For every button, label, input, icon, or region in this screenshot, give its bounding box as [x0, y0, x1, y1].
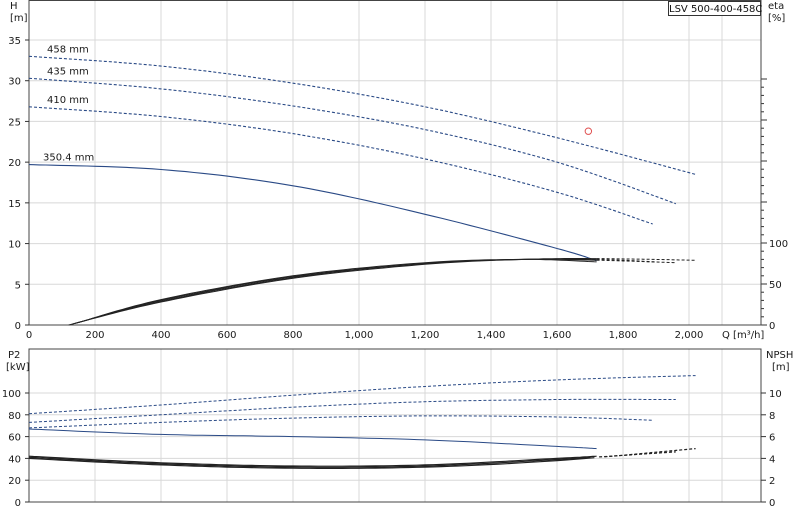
bottom-right-tick-label: 10 [769, 389, 782, 400]
bottom-left-tick-label: 100 [2, 389, 21, 400]
head-curve-dashed [28, 55, 696, 175]
efficiency-curve-dashed [596, 258, 696, 261]
x-tick-label: 600 [217, 330, 236, 341]
power-curve-dashed [28, 415, 653, 429]
x-tick-label: 1,800 [609, 330, 638, 341]
x-tick-label: 1,400 [477, 330, 506, 341]
head-curve-dashed [28, 77, 676, 205]
pump-curve-chart: H [m] eta [%] Q [m³/h] P2 [kW] NPSH [m] … [2, 0, 793, 509]
operating-point-marker [584, 127, 593, 135]
top-left-tick-label: 35 [8, 36, 21, 47]
bottom-right-tick-label: 4 [769, 454, 775, 465]
power-curve-dashed [28, 375, 696, 415]
bottom-left-tick-label: 80 [8, 411, 21, 422]
top-left-tick-label: 15 [8, 199, 21, 210]
bottom-right-tick-label: 8 [769, 411, 775, 422]
top-right-axis-label-1: eta [768, 1, 784, 12]
top-left-tick-label: 30 [8, 77, 21, 88]
bottom-left-axis-label-1: P2 [8, 350, 20, 361]
x-tick-label: 800 [283, 330, 302, 341]
bottom-right-tick-label: 2 [769, 476, 775, 487]
head-curve-label: 350.4 mm [43, 153, 94, 164]
top-left-tick-label: 0 [15, 321, 21, 332]
efficiency-curve-solid [75, 258, 597, 324]
bottom-left-tick-label: 60 [8, 433, 21, 444]
power-curve-dashed [28, 398, 676, 423]
top-right-tick-label: 0 [769, 321, 775, 332]
top-left-tick-label: 10 [8, 240, 21, 251]
top-left-tick-label: 5 [15, 280, 21, 291]
head-curve-dashed [28, 106, 653, 225]
x-tick-label: 1,600 [543, 330, 572, 341]
top-right-tick-label: 100 [769, 239, 788, 250]
x-tick-label: 2,000 [675, 330, 704, 341]
bottom-right-tick-label: 0 [769, 498, 775, 509]
x-axis-label: Q [m³/h] [722, 330, 764, 341]
bottom-plot-frame [28, 348, 762, 503]
plot-frames [25, 0, 767, 503]
npsh-curve-dashed [604, 448, 696, 458]
head-curve-solid [28, 164, 597, 262]
head-curve-label: 410 mm [47, 95, 89, 106]
efficiency-curve-solid [68, 258, 597, 326]
x-tick-label: 1,000 [345, 330, 374, 341]
top-left-tick-label: 20 [8, 158, 21, 169]
top-right-tick-label: 50 [769, 280, 782, 291]
efficiency-curve-solid [78, 258, 597, 323]
bottom-right-axis-label-2: [m] [772, 362, 790, 373]
grid [28, 1, 761, 502]
efficiency-curve-solid [71, 258, 597, 325]
bottom-left-axis-label-2: [kW] [6, 362, 30, 373]
top-right-axis-label-2: [%] [768, 13, 785, 24]
top-left-axis-label-1: H [10, 1, 18, 12]
curves [28, 55, 696, 469]
x-tick-label: 200 [85, 330, 104, 341]
efficiency-curve-dashed [596, 259, 676, 264]
top-left-tick-label: 25 [8, 117, 21, 128]
top-left-axis-label-2: [m] [10, 13, 28, 24]
bottom-left-tick-label: 20 [8, 476, 21, 487]
x-tick-label: 400 [151, 330, 170, 341]
power-curve-solid [28, 428, 597, 450]
efficiency-curve-dashed [596, 258, 657, 263]
bottom-right-tick-label: 6 [769, 433, 775, 444]
bottom-left-tick-label: 0 [15, 498, 21, 509]
bottom-left-tick-label: 40 [8, 454, 21, 465]
bottom-right-axis-label-1: NPSH [766, 350, 793, 361]
head-curve-label: 458 mm [47, 44, 89, 55]
pump-model-tag: LSV 500-400-458C [668, 1, 762, 16]
head-curve-label: 435 mm [47, 66, 89, 77]
x-tick-label: 0 [26, 330, 32, 341]
x-tick-label: 1,200 [411, 330, 440, 341]
